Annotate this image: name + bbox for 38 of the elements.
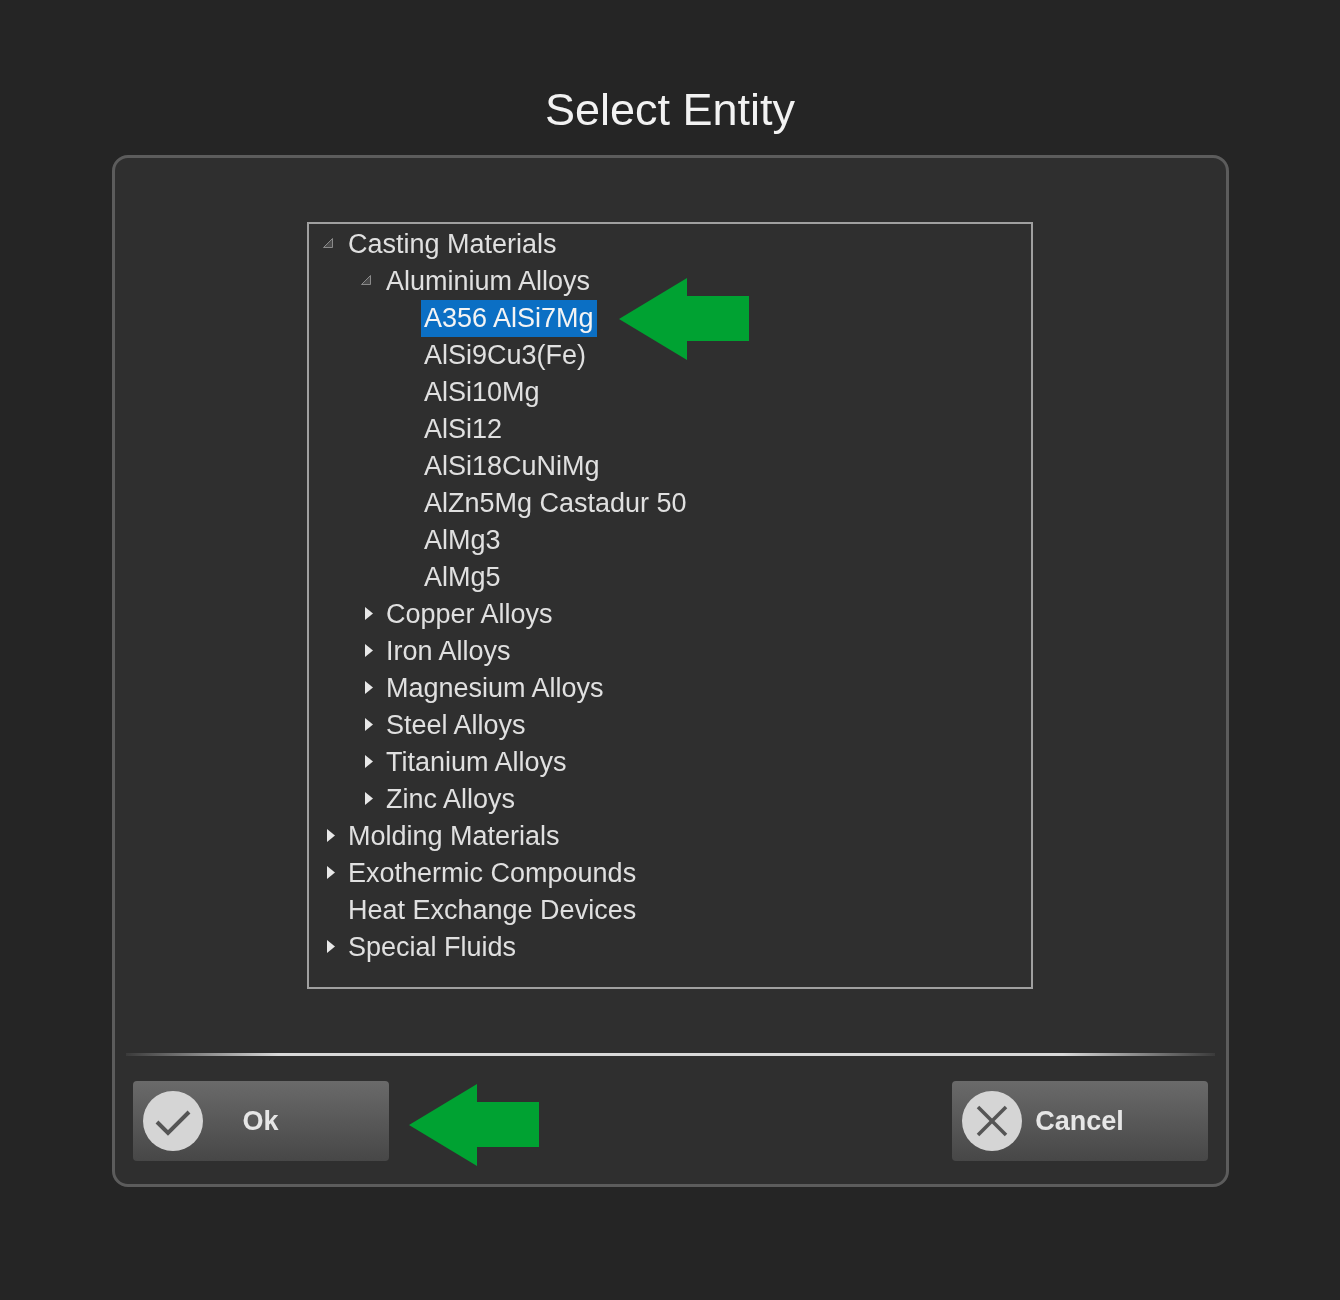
- caret-right-icon[interactable]: [365, 717, 373, 731]
- tree-item[interactable]: AlMg3: [421, 522, 504, 559]
- caret-right-icon[interactable]: [365, 791, 373, 805]
- tree-item[interactable]: Iron Alloys: [383, 633, 514, 670]
- tree-item[interactable]: Exothermic Compounds: [345, 855, 640, 892]
- caret-right-icon[interactable]: [365, 754, 373, 768]
- tree-item[interactable]: Aluminium Alloys: [383, 263, 594, 300]
- left-arrow-icon: [408, 1084, 539, 1166]
- tree-item[interactable]: AlMg5: [421, 559, 504, 596]
- tree-item[interactable]: AlZn5Mg Castadur 50: [421, 485, 690, 522]
- tree-item[interactable]: AlSi12: [421, 411, 506, 448]
- tree-item[interactable]: Steel Alloys: [383, 707, 529, 744]
- tree-item[interactable]: AlSi10Mg: [421, 374, 543, 411]
- caret-down-icon[interactable]: [323, 237, 333, 248]
- caret-right-icon[interactable]: [365, 606, 373, 620]
- caret-right-icon[interactable]: [365, 680, 373, 694]
- tree-item[interactable]: AlSi18CuNiMg: [421, 448, 603, 485]
- check-icon: [142, 1091, 203, 1151]
- tree-item[interactable]: Molding Materials: [345, 818, 563, 855]
- tree-item[interactable]: Special Fluids: [345, 929, 520, 966]
- close-icon: [961, 1091, 1022, 1151]
- tree-item[interactable]: A356 AlSi7Mg: [421, 300, 597, 337]
- left-arrow-icon: [618, 278, 749, 360]
- cancel-button[interactable]: Cancel: [951, 1081, 1208, 1161]
- tree-item[interactable]: Casting Materials: [345, 226, 560, 263]
- tree-item[interactable]: Titanium Alloys: [383, 744, 570, 781]
- tree-item[interactable]: Copper Alloys: [383, 596, 556, 633]
- tree-item[interactable]: Zinc Alloys: [383, 781, 519, 818]
- dialog-title: Select Entity: [544, 83, 796, 137]
- tree-item[interactable]: Magnesium Alloys: [383, 670, 607, 707]
- tree-item[interactable]: AlSi9Cu3(Fe): [421, 337, 590, 374]
- caret-right-icon[interactable]: [327, 828, 335, 842]
- tree-item[interactable]: Heat Exchange Devices: [345, 892, 640, 929]
- caret-right-icon[interactable]: [327, 939, 335, 953]
- caret-right-icon[interactable]: [365, 643, 373, 657]
- caret-down-icon[interactable]: [361, 274, 371, 285]
- ok-button[interactable]: Ok: [132, 1081, 389, 1161]
- caret-right-icon[interactable]: [327, 865, 335, 879]
